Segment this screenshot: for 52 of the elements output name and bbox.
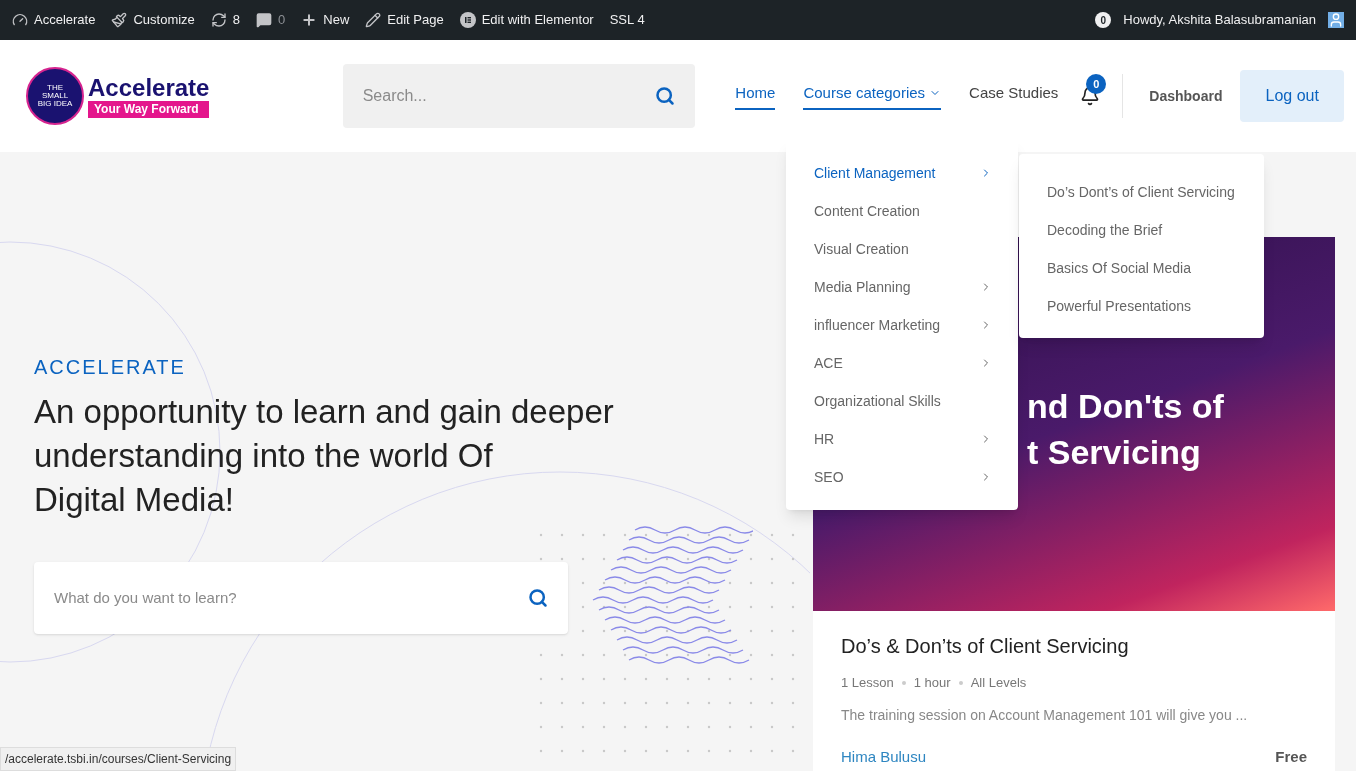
refresh-icon [210,12,227,28]
course-meta: 1 hour [913,674,951,692]
pencil-icon [365,12,382,28]
comment-icon [256,12,273,28]
submenu-item[interactable]: Basics Of Social Media [1019,249,1264,287]
logo-mark-text: SMALL [41,92,69,100]
search-icon[interactable] [528,588,548,608]
logo-mark-text: THE [47,84,63,92]
admin-bar-link[interactable]: Edit with Elementor [459,10,594,30]
paintbrush-icon [111,12,128,28]
logo-mark-text: BIG IDEA [37,100,73,108]
nav-link[interactable]: Home [735,81,776,111]
course-meta: All Levels [970,674,1027,692]
search-placeholder: Search... [362,86,427,106]
status-url: /accelerate.tsbi.in/courses/Client-Servicing [0,747,237,771]
logout-button[interactable]: Log out [1240,70,1344,122]
course-title: Do’s & Don’ts of Client Servicing [841,634,1130,659]
submenu-item[interactable]: Do’s Dont’s of Client Servicing [1019,173,1264,211]
admin-bar-link[interactable]: SSL 4 [609,10,645,30]
hero-headline: An opportunity to learn and gain deeper understanding into the world Of Digital Media! [34,392,615,520]
dashboard-gauge-icon [12,12,28,28]
search-icon[interactable] [655,86,676,106]
menu-item[interactable]: Content Creation [786,192,1018,230]
banner-text: nd Don'ts of [1027,386,1225,427]
admin-bar-link[interactable]: New [301,10,350,30]
user-greeting[interactable]: Howdy, Akshita Balasubramanian [1123,10,1316,30]
admin-bar-link[interactable]: Customize [111,10,195,30]
course-search-field[interactable]: What do you want to learn? [34,562,568,634]
hero-eyebrow: ACCELERATE [34,355,187,380]
course-price: Free [1275,746,1307,767]
admin-bar-link[interactable]: Accelerate [12,10,96,30]
nav-link[interactable]: Case Studies [969,81,1059,111]
admin-bar-link[interactable]: Edit Page [365,10,444,30]
admin-bar-link[interactable]: 8 [210,10,241,30]
search-field[interactable]: Search... [342,64,696,128]
course-meta: 1 Lesson [841,674,894,692]
notification-badge: 0 [1086,74,1107,94]
elementor-icon [459,12,476,28]
logo-tagline: Your Way Forward [88,100,210,118]
dashboard-link[interactable]: Dashboard [1149,85,1223,107]
notification-count[interactable]: 0 [1095,12,1112,28]
nav-link[interactable]: Course categories [803,81,942,111]
author-link[interactable]: Hima Bulusu [841,745,927,768]
course-excerpt: The training session on Account Management 101 will give you ... [841,705,1249,725]
search-placeholder: What do you want to learn? [54,587,237,608]
notification-bell-icon[interactable] [1080,86,1101,106]
logo-title: Accelerate [88,74,210,101]
submenu-item[interactable]: Powerful Presentations [1019,287,1264,325]
banner-text: t Servicing [1027,432,1202,473]
menu-item[interactable]: Client Management [786,154,1018,192]
admin-bar-link[interactable]: 0 [256,10,286,30]
avatar-icon [1328,12,1344,28]
